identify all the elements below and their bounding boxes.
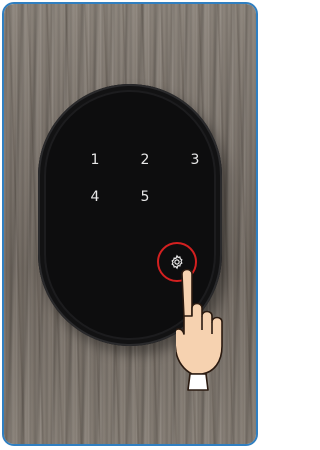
key-5[interactable]: 5	[135, 187, 155, 207]
illustration-frame: 1 2 3 4 5	[2, 2, 258, 446]
key-4[interactable]: 4	[85, 187, 105, 207]
pointing-hand-icon	[176, 268, 223, 391]
key-2[interactable]: 2	[135, 150, 155, 170]
key-1[interactable]: 1	[85, 150, 105, 170]
key-3[interactable]: 3	[185, 150, 205, 170]
